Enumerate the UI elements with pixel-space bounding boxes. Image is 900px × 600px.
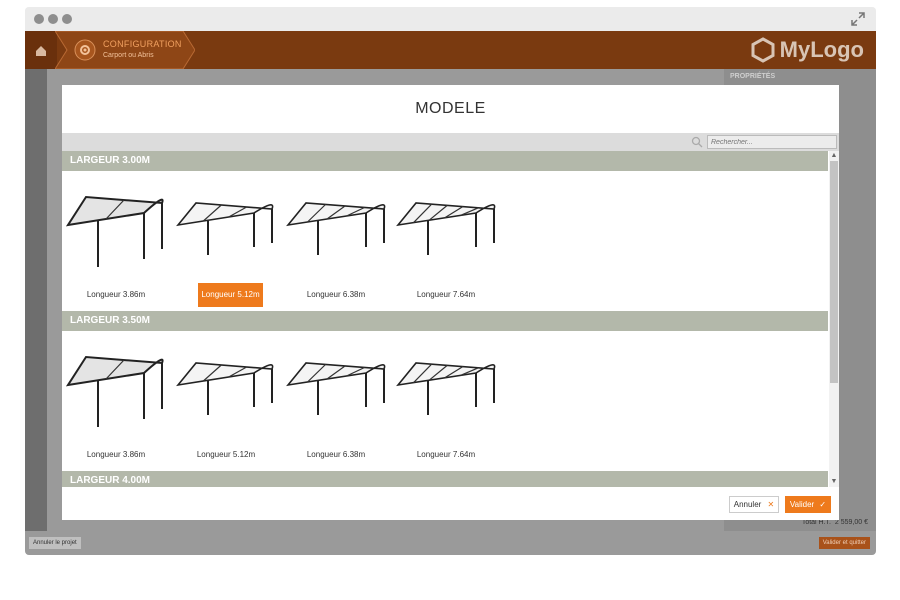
model-card[interactable]: Longueur 5.12m xyxy=(176,177,276,307)
search-bar xyxy=(62,133,839,151)
scroll-up-arrow[interactable]: ▲ xyxy=(829,151,839,161)
model-label: Longueur 7.64m xyxy=(416,450,476,459)
logo-icon xyxy=(751,37,775,63)
scrollbar-thumb[interactable] xyxy=(830,161,838,383)
window-dot-close[interactable] xyxy=(34,14,44,24)
gear-icon xyxy=(80,45,90,55)
dialog-title: MODELE xyxy=(415,100,486,117)
model-card[interactable]: Longueur 7.64m xyxy=(396,337,496,467)
search-input[interactable] xyxy=(707,135,837,149)
carport-thumbnail xyxy=(176,202,274,255)
carport-thumbnail xyxy=(176,362,274,415)
cancel-button-label: Annuler xyxy=(733,500,762,509)
home-icon xyxy=(36,46,46,56)
configuration-step[interactable]: CONFIGURATION Carport ou Abris xyxy=(55,31,195,69)
carport-thumbnail xyxy=(286,202,386,255)
total-label: Total H.T. xyxy=(801,519,832,526)
carport-thumbnail xyxy=(396,362,496,415)
header-title: CONFIGURATION xyxy=(103,39,182,49)
scrollbar[interactable]: ▲ ▼ xyxy=(829,151,839,487)
properties-title: PROPRIÉTÉS xyxy=(730,73,776,80)
model-label: Longueur 7.64m xyxy=(416,290,476,299)
model-card[interactable]: Longueur 6.38m xyxy=(286,177,386,307)
header-subtitle: Carport ou Abris xyxy=(103,52,154,59)
section-header: LARGEUR 3.00M xyxy=(62,151,828,171)
model-list: LARGEUR 3.00M Longueur 3.86m Longueur 5.12… xyxy=(62,151,828,487)
carport-thumbnail xyxy=(286,362,386,415)
scroll-down-arrow[interactable]: ▼ xyxy=(829,477,839,487)
model-label: Longueur 6.38m xyxy=(306,450,366,459)
expand-icon[interactable] xyxy=(850,11,866,27)
window-dot-minimize[interactable] xyxy=(48,14,58,24)
logo-text: MyLogo xyxy=(779,37,864,62)
model-label: Longueur 5.12m xyxy=(198,283,263,307)
close-icon: ✕ xyxy=(767,500,775,509)
cancel-project-button[interactable]: Annuler le projet xyxy=(29,537,81,549)
home-button[interactable] xyxy=(25,31,57,69)
total-value: 2 559,00 € xyxy=(834,519,868,526)
model-card[interactable]: Longueur 7.64m xyxy=(396,177,496,307)
modele-dialog: MODELE LARGEUR 3.00M Longueur 3.86m Longue… xyxy=(62,85,839,520)
validate-button-label: Valider xyxy=(789,500,815,509)
title-bar xyxy=(25,7,876,31)
model-label: Longueur 3.86m xyxy=(86,290,146,299)
check-icon: ✓ xyxy=(819,500,827,509)
section-header: LARGEUR 3.50M xyxy=(62,311,828,331)
validate-quit-button[interactable]: Valider et quitter xyxy=(818,537,870,549)
total-readout: Total H.T. 2 559,00 € xyxy=(802,519,868,526)
carport-thumbnail xyxy=(66,355,164,427)
carport-thumbnail xyxy=(66,195,164,267)
left-toolbar xyxy=(25,69,47,531)
model-label: Longueur 3.86m xyxy=(86,450,146,459)
model-card[interactable]: Longueur 3.86m xyxy=(66,337,166,467)
model-card[interactable]: Longueur 6.38m xyxy=(286,337,386,467)
app-footer: Annuler le projet Total H.T. 2 559,00 € … xyxy=(25,519,876,555)
app-header: CONFIGURATION Carport ou Abris MyLogo xyxy=(25,31,876,69)
window-dot-zoom[interactable] xyxy=(62,14,72,24)
validate-button[interactable]: Valider ✓ xyxy=(785,496,831,513)
cancel-button[interactable]: Annuler ✕ xyxy=(729,496,779,513)
model-card[interactable]: Longueur 3.86m xyxy=(66,177,166,307)
section-header: LARGEUR 4.00M xyxy=(62,471,828,487)
model-label: Longueur 5.12m xyxy=(196,450,256,459)
model-card[interactable]: Longueur 5.12m xyxy=(176,337,276,467)
model-label: Longueur 6.38m xyxy=(306,290,366,299)
carport-thumbnail xyxy=(396,202,496,255)
search-icon[interactable] xyxy=(691,136,703,148)
brand-logo: MyLogo xyxy=(750,36,864,64)
